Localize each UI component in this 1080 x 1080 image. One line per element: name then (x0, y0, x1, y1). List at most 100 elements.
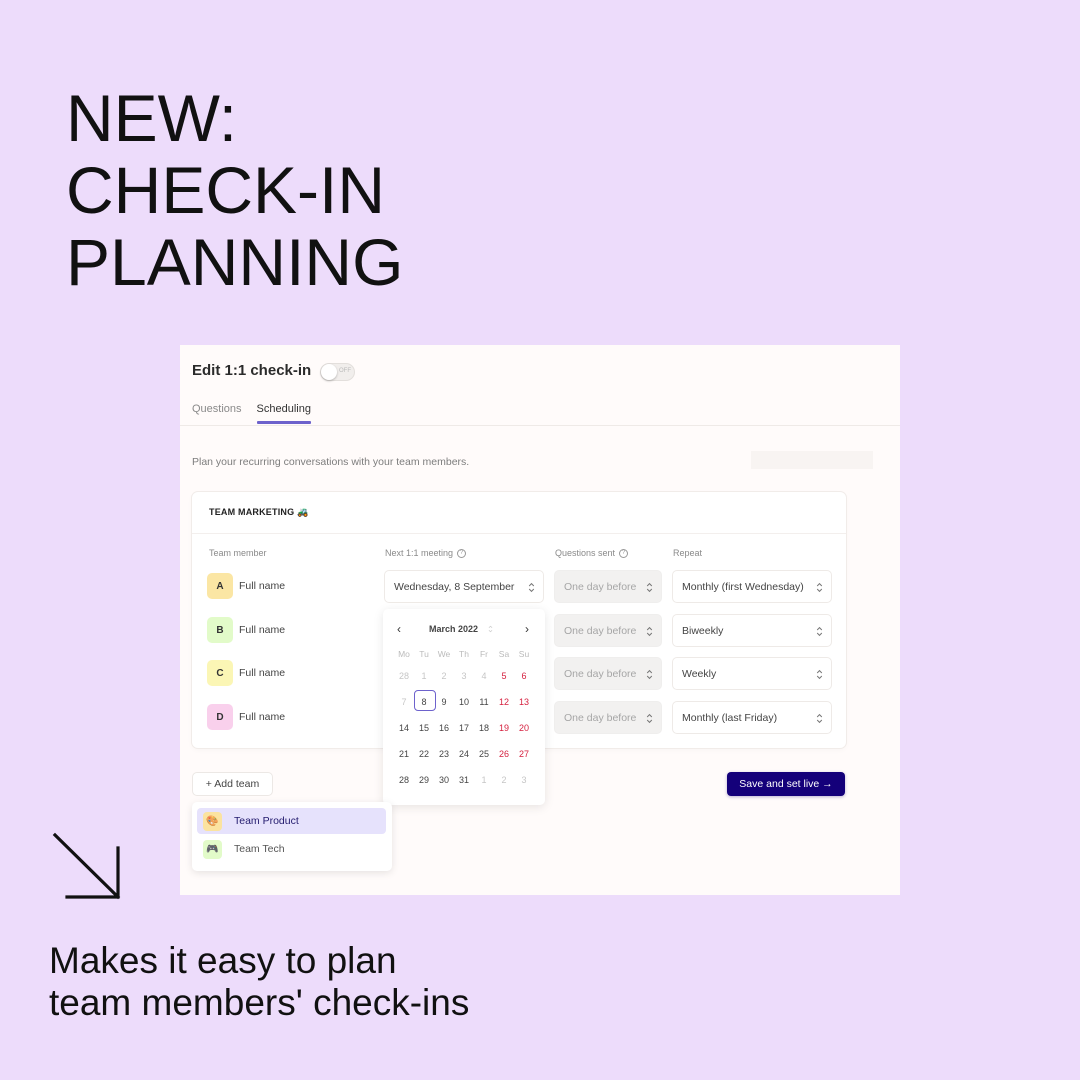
avatar: A (207, 573, 233, 599)
calendar-day[interactable]: 13 (514, 697, 534, 707)
chevron-right-icon[interactable]: › (525, 622, 529, 636)
toggle-knob (321, 364, 337, 380)
calendar-day[interactable]: 17 (454, 723, 474, 733)
calendar-day[interactable]: 4 (474, 671, 494, 681)
calendar-day[interactable]: 3 (454, 671, 474, 681)
calendar-day[interactable]: 2 (494, 775, 514, 785)
calendar-day[interactable]: 23 (434, 749, 454, 759)
save-and-set-live-button[interactable]: Save and set live → (727, 772, 845, 796)
calendar-month[interactable]: March 2022 (429, 624, 478, 634)
select-value: One day before (564, 624, 637, 637)
chevron-updown-icon (646, 626, 653, 637)
toggle-label: OFF (339, 368, 351, 374)
calendar-day[interactable]: 27 (514, 749, 534, 759)
weekday-label: Th (459, 649, 469, 659)
chevron-updown-icon (646, 582, 653, 593)
repeat-select[interactable]: Monthly (last Friday) (672, 701, 832, 734)
calendar-day[interactable]: 26 (494, 749, 514, 759)
weekday-row: Mo Tu We Th Fr Sa Su (394, 645, 534, 663)
column-header-member: Team member (209, 548, 267, 558)
tabs-divider (180, 425, 900, 426)
calendar-day[interactable]: 7 (394, 697, 414, 707)
headline-line: NEW: (66, 81, 238, 155)
calendar-day[interactable]: 29 (414, 775, 434, 785)
calendar-day-selected[interactable]: 8 (414, 690, 436, 711)
calendar-day[interactable]: 1 (414, 671, 434, 681)
weekday-label: Tu (419, 649, 429, 659)
app-screenshot: ‹ Edit 1:1 check-in OFF Questions Schedu… (180, 345, 900, 895)
headline-line: PLANNING (66, 225, 404, 299)
select-value: Monthly (last Friday) (682, 711, 778, 724)
chevron-updown-icon (646, 713, 653, 724)
repeat-select[interactable]: Weekly (672, 657, 832, 690)
date-picker: ‹ March 2022 › Mo Tu We Th Fr Sa Su 28 1 2 3 4 5 6 7 8 9… (383, 609, 545, 805)
gamepad-icon: 🎮 (203, 839, 222, 859)
calendar-day[interactable]: 19 (494, 723, 514, 733)
arrow-down-right-icon (52, 832, 121, 900)
calendar-day[interactable]: 16 (434, 723, 454, 733)
column-label: Questions sent (555, 548, 616, 558)
select-value: One day before (564, 711, 637, 724)
team-dropdown-menu: 🎨 Team Product 🎮 Team Tech (192, 802, 392, 871)
headline-line: CHECK-IN (66, 153, 386, 227)
back-chevron-icon[interactable]: ‹ (180, 362, 181, 378)
calendar-day[interactable]: 28 (394, 775, 414, 785)
select-value: One day before (564, 667, 637, 680)
menu-item-team-product[interactable]: 🎨 Team Product (197, 808, 386, 834)
questions-sent-select[interactable]: One day before (554, 657, 662, 690)
live-toggle[interactable]: OFF (320, 363, 355, 381)
calendar-day[interactable]: 30 (434, 775, 454, 785)
calendar-day[interactable]: 11 (474, 697, 494, 707)
questions-sent-select[interactable]: One day before (554, 701, 662, 734)
calendar-day[interactable]: 10 (454, 697, 474, 707)
select-value: Weekly (682, 667, 717, 680)
repeat-select[interactable]: Monthly (first Wednesday) (672, 570, 832, 603)
add-team-button[interactable]: + Add team (192, 772, 273, 796)
tabs: Questions Scheduling (192, 403, 312, 424)
calendar-day[interactable]: 22 (414, 749, 434, 759)
chevron-updown-icon (528, 582, 535, 593)
weekday-label: Sa (498, 649, 510, 659)
questions-sent-select[interactable]: One day before (554, 570, 662, 603)
page-title: Edit 1:1 check-in (192, 362, 312, 379)
questions-sent-select[interactable]: One day before (554, 614, 662, 647)
calendar-day[interactable]: 28 (394, 671, 414, 681)
calendar-day[interactable]: 20 (514, 723, 534, 733)
palette-icon: 🎨 (203, 811, 222, 831)
help-icon[interactable]: ? (457, 548, 467, 558)
menu-item-team-tech[interactable]: 🎮 Team Tech (197, 836, 386, 862)
calendar-grid: Mo Tu We Th Fr Sa Su 28 1 2 3 4 5 6 7 8 9 10 11 12 13 14 15 16 1… (394, 645, 534, 793)
calendar-day[interactable]: 6 (514, 671, 534, 681)
next-meeting-select[interactable]: Wednesday, 8 September (384, 570, 544, 603)
avatar: B (207, 617, 233, 643)
member-name: Full name (239, 580, 286, 592)
repeat-select[interactable]: Biweekly (672, 614, 832, 647)
select-value: Wednesday, 8 September (394, 580, 515, 593)
calendar-day[interactable]: 18 (474, 723, 494, 733)
help-icon[interactable]: ? (619, 548, 629, 558)
calendar-day[interactable]: 24 (454, 749, 474, 759)
calendar-week: 28 1 2 3 4 5 6 (394, 663, 534, 689)
calendar-day[interactable]: 9 (434, 697, 454, 707)
tab-scheduling[interactable]: Scheduling (256, 403, 312, 424)
calendar-day[interactable]: 1 (474, 775, 494, 785)
calendar-day[interactable]: 14 (394, 723, 414, 733)
select-value: Monthly (first Wednesday) (682, 580, 804, 593)
calendar-day[interactable]: 12 (494, 697, 514, 707)
calendar-day[interactable]: 25 (474, 749, 494, 759)
calendar-day[interactable]: 5 (494, 671, 514, 681)
calendar-day[interactable]: 2 (434, 671, 454, 681)
menu-item-label: Team Tech (234, 843, 285, 855)
chevron-updown-icon (816, 582, 823, 593)
chevron-updown-icon (816, 713, 823, 724)
tagline-line: team members' check-ins (49, 982, 470, 1023)
tab-questions[interactable]: Questions (192, 403, 242, 423)
column-header-questions-sent: Questions sent? (555, 548, 629, 558)
card-divider (192, 533, 846, 534)
calendar-day[interactable]: 31 (454, 775, 474, 785)
chevron-left-icon[interactable]: ‹ (397, 622, 401, 636)
calendar-day[interactable]: 15 (414, 723, 434, 733)
calendar-day[interactable]: 3 (514, 775, 534, 785)
calendar-day[interactable]: 21 (394, 749, 414, 759)
column-label: Repeat (673, 548, 703, 558)
